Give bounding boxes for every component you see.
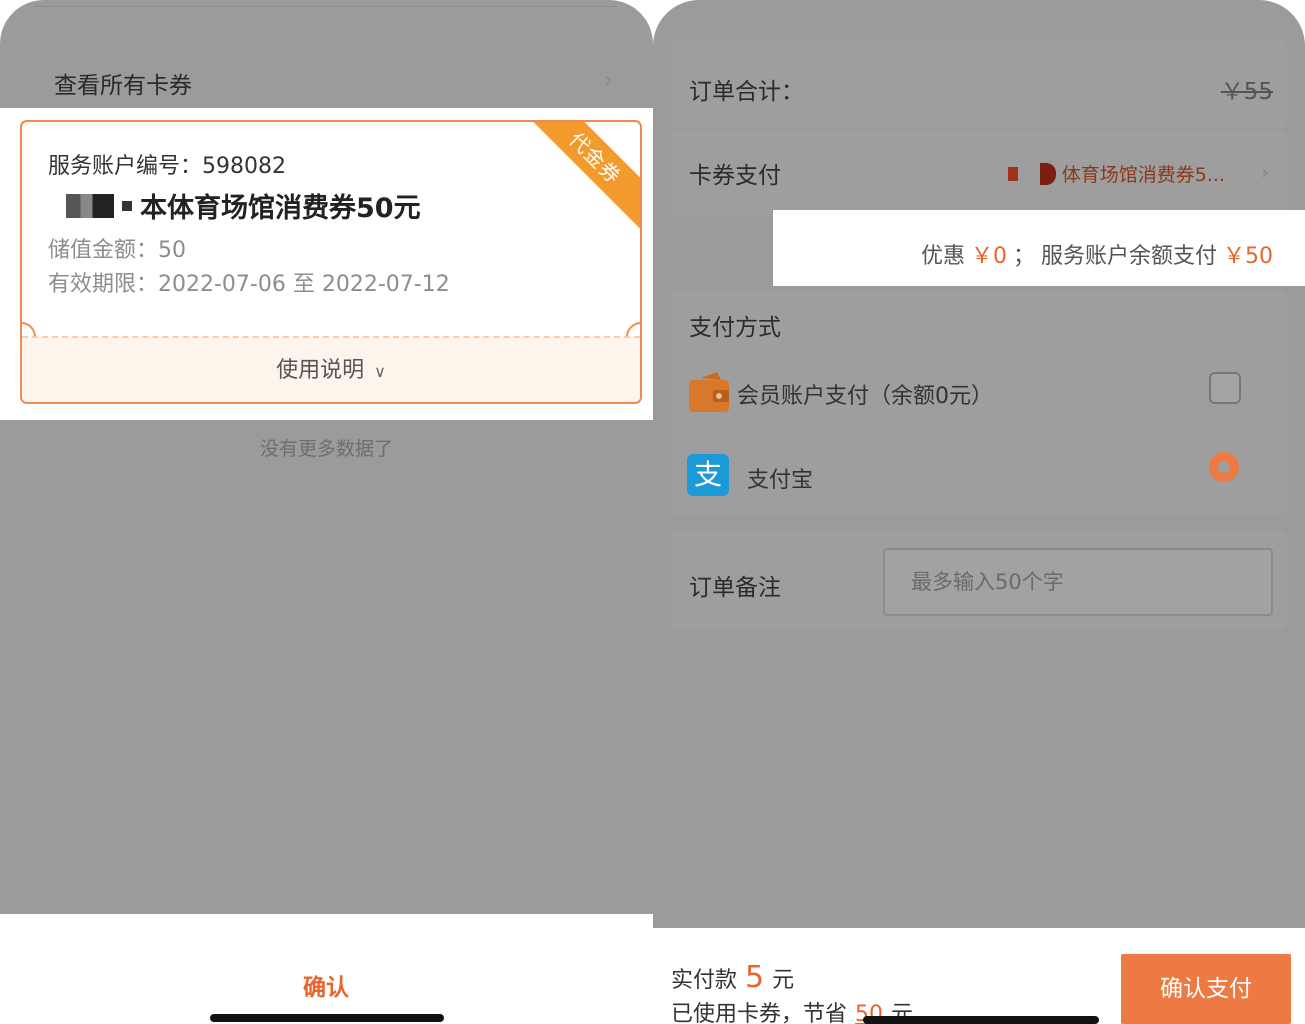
discount-label: 优惠 — [920, 244, 965, 269]
usage-instructions-toggle[interactable]: 使用说明 ∨ — [22, 352, 640, 384]
service-account-number: 服务账户编号：598082 — [48, 154, 286, 179]
coupon-title-row: 本体育场馆消费券50元 — [66, 186, 421, 225]
chevron-right-icon: › — [1261, 160, 1269, 184]
confirm-button[interactable]: 确认 — [276, 968, 376, 1002]
voucher-ribbon: 代金券 — [515, 122, 640, 238]
actual-payment: 实付款 5 元 — [671, 960, 794, 995]
remark-label: 订单备注 — [689, 575, 781, 601]
member-pay-checkbox[interactable] — [1209, 372, 1241, 404]
actual-pay-amount: 5 — [745, 960, 765, 995]
coupon-name: 本体育场馆消费券50元 — [140, 193, 421, 224]
home-indicator — [863, 1016, 1099, 1024]
discount-value: ￥0 — [970, 244, 1007, 269]
actual-pay-unit: 元 — [772, 968, 795, 993]
validity-period: 有效期限：2022-07-06 至 2022-07-12 — [48, 272, 450, 297]
no-more-data-text: 没有更多数据了 — [259, 438, 393, 460]
stored-amount: 储值金额：50 — [48, 238, 186, 263]
actual-pay-label: 实付款 — [671, 968, 738, 993]
view-all-coupons-link[interactable]: 查看所有卡券 — [54, 66, 192, 100]
payment-screen: 订单合计： ￥55 卡券支付 体育场馆消费券5... › 优惠 ￥0 ； 服务账… — [653, 0, 1305, 1024]
discount-line: 优惠 ￥0 ； 服务账户余额支付 ￥50 — [921, 238, 1273, 270]
chevron-down-icon: ∨ — [374, 362, 386, 381]
wallet-icon — [689, 372, 729, 412]
coupon-pay-value: 体育场馆消费券5... — [1061, 164, 1225, 186]
member-account-pay-label[interactable]: 会员账户支付（余额0元） — [737, 378, 993, 410]
alipay-icon: 支 — [687, 454, 729, 496]
usage-label: 使用说明 — [276, 358, 365, 383]
balance-pay-label: 服务账户余额支付 — [1040, 244, 1217, 269]
order-total-value: ￥55 — [1220, 79, 1273, 105]
coupon-pay-label: 卡券支付 — [689, 163, 781, 189]
coupon-list: 代金券 服务账户编号：598082 本体育场馆消费券50元 储值金额：50 有效… — [0, 108, 653, 420]
confirm-payment-button[interactable]: 确认支付 — [1121, 954, 1291, 1024]
chevron-right-icon: › — [604, 68, 613, 93]
redacted-block — [66, 193, 114, 218]
payment-method-title: 支付方式 — [689, 315, 781, 341]
redacted-mark — [122, 200, 132, 211]
content-overlay — [0, 420, 653, 914]
order-total-label: 订单合计： — [689, 79, 804, 105]
coupon-select-screen: 查看所有卡券 › 代金券 服务账户编号：598082 本体育场馆消费券50元 储… — [0, 0, 653, 1024]
savings-label: 已使用卡券，节省 — [671, 1002, 848, 1024]
redacted-mark — [1007, 166, 1018, 181]
remark-input[interactable] — [883, 548, 1273, 616]
home-indicator — [210, 1014, 444, 1022]
alipay-label[interactable]: 支付宝 — [747, 462, 813, 494]
redacted-mark — [1039, 162, 1056, 185]
coupon-pay-selector[interactable]: 体育场馆消费券5... — [1007, 160, 1225, 187]
coupon-card[interactable]: 代金券 服务账户编号：598082 本体育场馆消费券50元 储值金额：50 有效… — [20, 120, 642, 404]
balance-pay-value: ￥50 — [1223, 244, 1273, 269]
separator: ； — [1012, 244, 1035, 269]
alipay-radio[interactable] — [1209, 452, 1239, 482]
